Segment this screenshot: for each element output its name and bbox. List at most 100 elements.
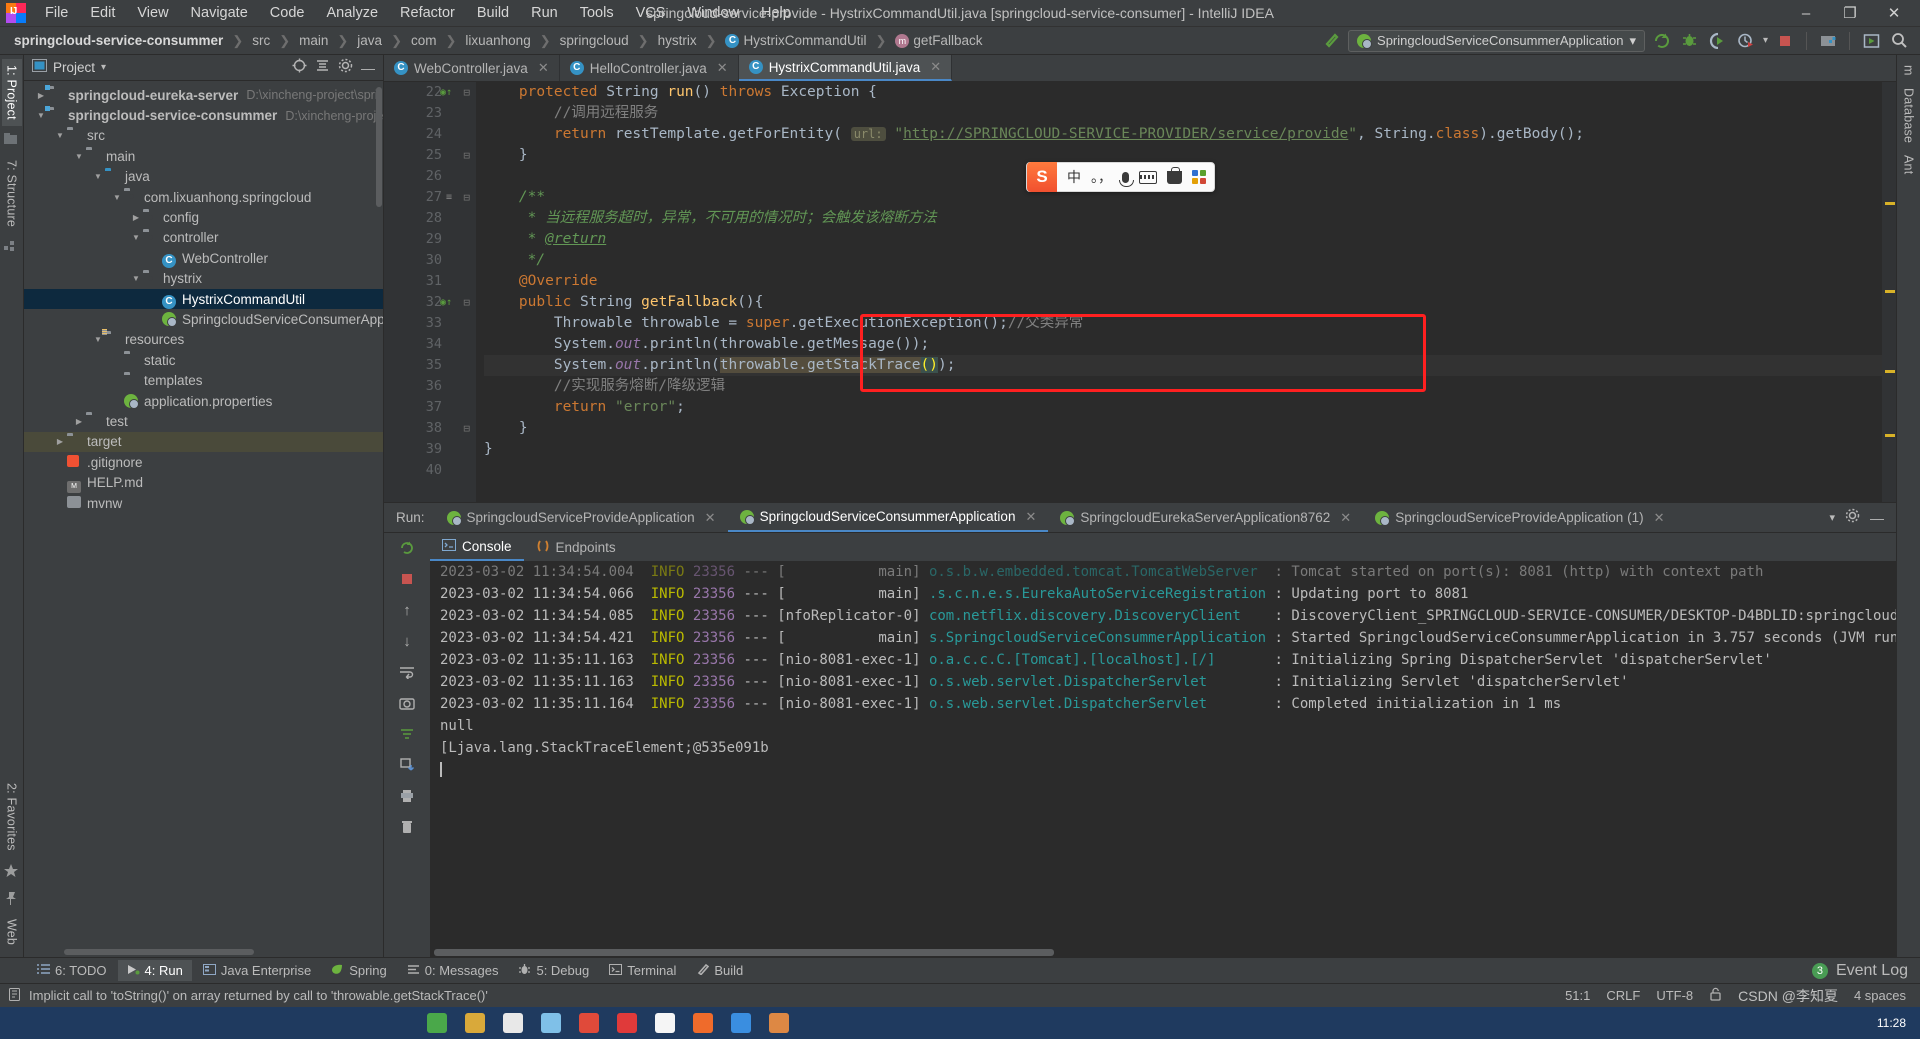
chevron-down-icon[interactable]: ▾ (101, 62, 106, 73)
rerun-icon[interactable] (396, 537, 418, 559)
toolwindow-run[interactable]: 4: Run (117, 960, 192, 981)
select-opened-file-icon[interactable] (292, 58, 307, 78)
gutter-line-number[interactable]: 36 (384, 376, 476, 397)
clear-all-icon[interactable] (396, 816, 418, 838)
code-editor[interactable]: 22 ◉↑ ⊟ 23 24 25 ⊟ 26 27 ≡ ⊟ 28 29 30 31 32 ◉↑ ⊟ 33 34 35 36 3… (384, 82, 1896, 502)
taskbar-app-6[interactable] (610, 1009, 644, 1037)
tree-node[interactable]: SpringcloudServiceConsumerApplic (24, 309, 383, 329)
breadcrumb-java[interactable]: java (355, 33, 384, 48)
menu-file[interactable]: File (34, 2, 79, 24)
code-fold-toggle[interactable]: ⊟ (463, 145, 470, 166)
open-project-structure-icon[interactable] (1817, 30, 1839, 52)
code-fold-toggle[interactable]: ⊟ (463, 418, 470, 439)
menu-build[interactable]: Build (466, 2, 520, 24)
toolwindow-java-enterprise[interactable]: Java Enterprise (194, 960, 320, 981)
settings-gear-icon[interactable] (1845, 508, 1860, 528)
sidebar-item-favorites[interactable]: 2: Favorites (2, 777, 22, 857)
tree-expand-arrow[interactable]: ▶ (72, 417, 86, 426)
tree-node[interactable]: ▼ springcloud-service-consummer D:\xinchen… (24, 105, 383, 125)
toolwindow-spring[interactable]: Spring (322, 960, 396, 981)
breadcrumb-lixuanhong[interactable]: lixuanhong (463, 33, 532, 48)
code-fold-toggle[interactable]: ⊟ (463, 82, 470, 103)
scroll-up-icon[interactable]: ↑ (396, 599, 418, 621)
close-icon[interactable]: ✕ (705, 510, 716, 526)
code-line[interactable]: * @return (484, 229, 1882, 250)
pin-icon[interactable] (3, 891, 21, 907)
menu-tools[interactable]: Tools (569, 2, 625, 24)
gutter-line-number[interactable]: 38 ⊟ (384, 418, 476, 439)
code-line[interactable] (484, 460, 1882, 481)
override-marker-icon[interactable]: ◉↑ (440, 82, 452, 103)
tree-node[interactable]: ▼ src (24, 126, 383, 146)
tree-node[interactable]: ▼ controller (24, 228, 383, 248)
code-line[interactable]: protected String run() throws Exception … (484, 82, 1882, 103)
taskbar-app-4[interactable] (534, 1009, 568, 1037)
tree-vertical-scrollbar[interactable] (376, 87, 382, 207)
tree-node[interactable]: ▼ hystrix (24, 269, 383, 289)
breadcrumb-project[interactable]: springcloud-service-consummer (12, 33, 225, 48)
tree-expand-arrow[interactable]: ▼ (129, 274, 143, 283)
code-line[interactable]: * 当远程服务超时，异常，不可用的情况时；会触发该熔断方法 (484, 208, 1882, 229)
gutter-line-number[interactable]: 29 (384, 229, 476, 250)
chevron-down-icon[interactable]: ▾ (1763, 35, 1768, 46)
close-icon[interactable]: ✕ (717, 60, 728, 76)
update-app-icon[interactable] (1860, 30, 1882, 52)
caret-position[interactable]: 51:1 (1565, 988, 1590, 1003)
rerun-icon[interactable] (1651, 30, 1673, 52)
toolwindow-build[interactable]: Build (687, 960, 752, 981)
stop-icon[interactable] (1774, 30, 1796, 52)
gutter-line-number[interactable]: 32 ◉↑ ⊟ (384, 292, 476, 313)
tree-node[interactable]: ▼ java (24, 167, 383, 187)
tree-node[interactable]: ▶ test (24, 411, 383, 431)
code-line[interactable]: System.out.println(throwable.getMessage(… (484, 334, 1882, 355)
profiler-icon[interactable] (1735, 30, 1757, 52)
tree-expand-arrow[interactable]: ▶ (34, 91, 48, 100)
close-button[interactable]: ✕ (1872, 0, 1916, 26)
gutter-line-number[interactable]: 22 ◉↑ ⊟ (384, 82, 476, 103)
ime-punctuation[interactable]: 。， (1091, 167, 1112, 187)
code-line[interactable]: //调用远程服务 (484, 103, 1882, 124)
tree-node[interactable]: ▶ springcloud-eureka-server D:\xincheng-pr… (24, 85, 383, 105)
code-line[interactable]: public String getFallback(){ (484, 292, 1882, 313)
tree-node[interactable]: ▶ target (24, 431, 383, 453)
export-icon[interactable] (396, 754, 418, 776)
encoding[interactable]: UTF-8 (1656, 988, 1693, 1003)
menu-window[interactable]: Window (676, 2, 750, 24)
code-fold-toggle[interactable]: ⊟ (463, 187, 470, 208)
toolwindow-messages[interactable]: 0: Messages (398, 960, 508, 981)
editor-gutter[interactable]: 22 ◉↑ ⊟ 23 24 25 ⊟ 26 27 ≡ ⊟ 28 29 30 31 32 ◉↑ ⊟ 33 34 35 36 3… (384, 82, 476, 502)
run-tab-provide[interactable]: SpringcloudServiceProvideApplication ✕ (435, 503, 728, 532)
search-everywhere-icon[interactable] (1888, 30, 1910, 52)
toolwindow-terminal[interactable]: Terminal (600, 960, 685, 981)
breadcrumb-src[interactable]: src (250, 33, 272, 48)
event-log-label[interactable]: Event Log (1836, 962, 1908, 980)
sub-tab-endpoints[interactable]: Endpoints (524, 533, 628, 561)
tree-expand-arrow[interactable]: ▼ (110, 193, 124, 202)
tree-node[interactable]: mvnw (24, 493, 383, 513)
screenshot-icon[interactable] (396, 692, 418, 714)
minimize-button[interactable]: – (1784, 0, 1828, 26)
gutter-line-number[interactable]: 34 (384, 334, 476, 355)
tree-node[interactable]: ▼ main (24, 146, 383, 166)
taskbar-app-8[interactable] (686, 1009, 720, 1037)
editor-tab-webcontroller[interactable]: C WebController.java ✕ (384, 55, 560, 81)
debug-icon[interactable] (1679, 30, 1701, 52)
breadcrumb-com[interactable]: com (409, 33, 439, 48)
gutter-line-number[interactable]: 26 (384, 166, 476, 187)
run-tab-consummer[interactable]: SpringcloudServiceConsummerApplication ✕ (727, 503, 1049, 532)
menu-analyze[interactable]: Analyze (315, 2, 389, 24)
ime-apps-icon[interactable] (1192, 170, 1206, 184)
close-icon[interactable]: ✕ (1340, 510, 1351, 526)
sidebar-item-database[interactable]: Database (1899, 82, 1919, 149)
gutter-line-number[interactable]: 40 (384, 460, 476, 481)
editor-marker-bar[interactable] (1882, 82, 1896, 502)
breadcrumb-springcloud[interactable]: springcloud (558, 33, 631, 48)
print-icon[interactable] (396, 785, 418, 807)
sidebar-item-maven[interactable]: m (1899, 59, 1919, 82)
taskbar-app-3[interactable] (496, 1009, 530, 1037)
tree-expand-arrow[interactable]: ▼ (34, 111, 48, 120)
taskbar-app-7[interactable] (648, 1009, 682, 1037)
menu-navigate[interactable]: Navigate (180, 2, 259, 24)
tree-node[interactable]: templates (24, 370, 383, 390)
taskbar-clock[interactable]: 11:28 (1877, 1016, 1920, 1030)
